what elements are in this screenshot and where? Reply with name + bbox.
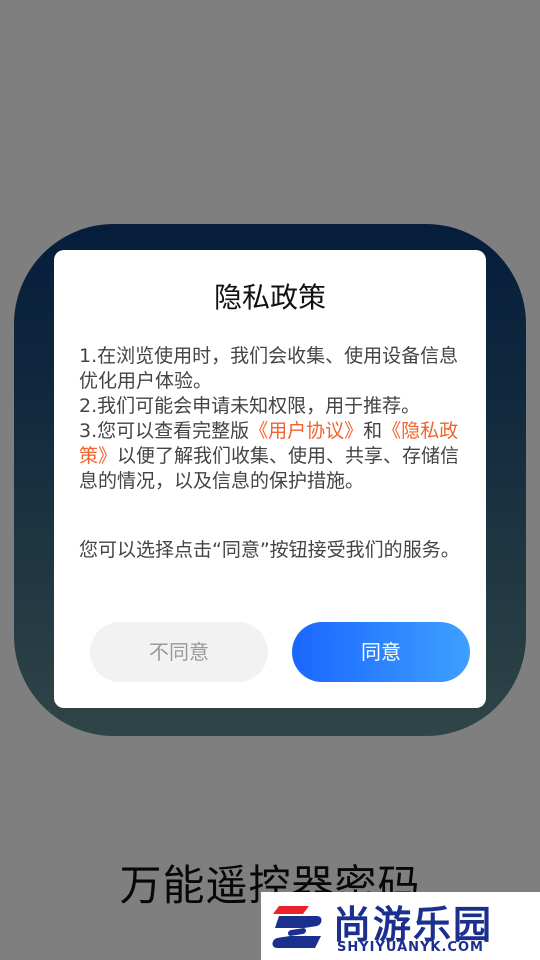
brand-logo-icon bbox=[272, 906, 322, 948]
policy-line-3: 3.您可以查看完整版《用户协议》和《隐私政策》以便了解我们收集、使用、共享、存储… bbox=[79, 419, 464, 494]
agree-button[interactable]: 同意 bbox=[292, 622, 470, 682]
policy-line-3-suffix: 以便了解我们收集、使用、共享、存储信息的情况，以及信息的保护措施。 bbox=[79, 445, 460, 492]
policy-line-2: 2.我们可能会申请未知权限，用于推荐。 bbox=[79, 395, 421, 417]
dialog-title: 隐私政策 bbox=[213, 281, 326, 314]
disagree-button[interactable]: 不同意 bbox=[90, 622, 268, 682]
policy-line-1: 1.在浏览使用时，我们会收集、使用设备信息优化用户体验。 bbox=[79, 345, 459, 392]
watermark-url: SHYIYUANYK.COM bbox=[337, 940, 484, 955]
user-agreement-link[interactable]: 《用户协议》 bbox=[249, 420, 363, 442]
policy-line-3-prefix: 3.您可以查看完整版 bbox=[79, 420, 250, 442]
dialog-body: 1.在浏览使用时，我们会收集、使用设备信息优化用户体验。 2.我们可能会申请未知… bbox=[79, 344, 464, 494]
privacy-dialog: 隐私政策 1.在浏览使用时，我们会收集、使用设备信息优化用户体验。 2.我们可能… bbox=[54, 250, 486, 708]
policy-line-3-and: 和 bbox=[363, 420, 383, 442]
consent-note: 您可以选择点击“同意”按钮接受我们的服务。 bbox=[79, 539, 460, 561]
watermark: 尚游乐园 SHYIYUANYK.COM bbox=[261, 892, 540, 960]
